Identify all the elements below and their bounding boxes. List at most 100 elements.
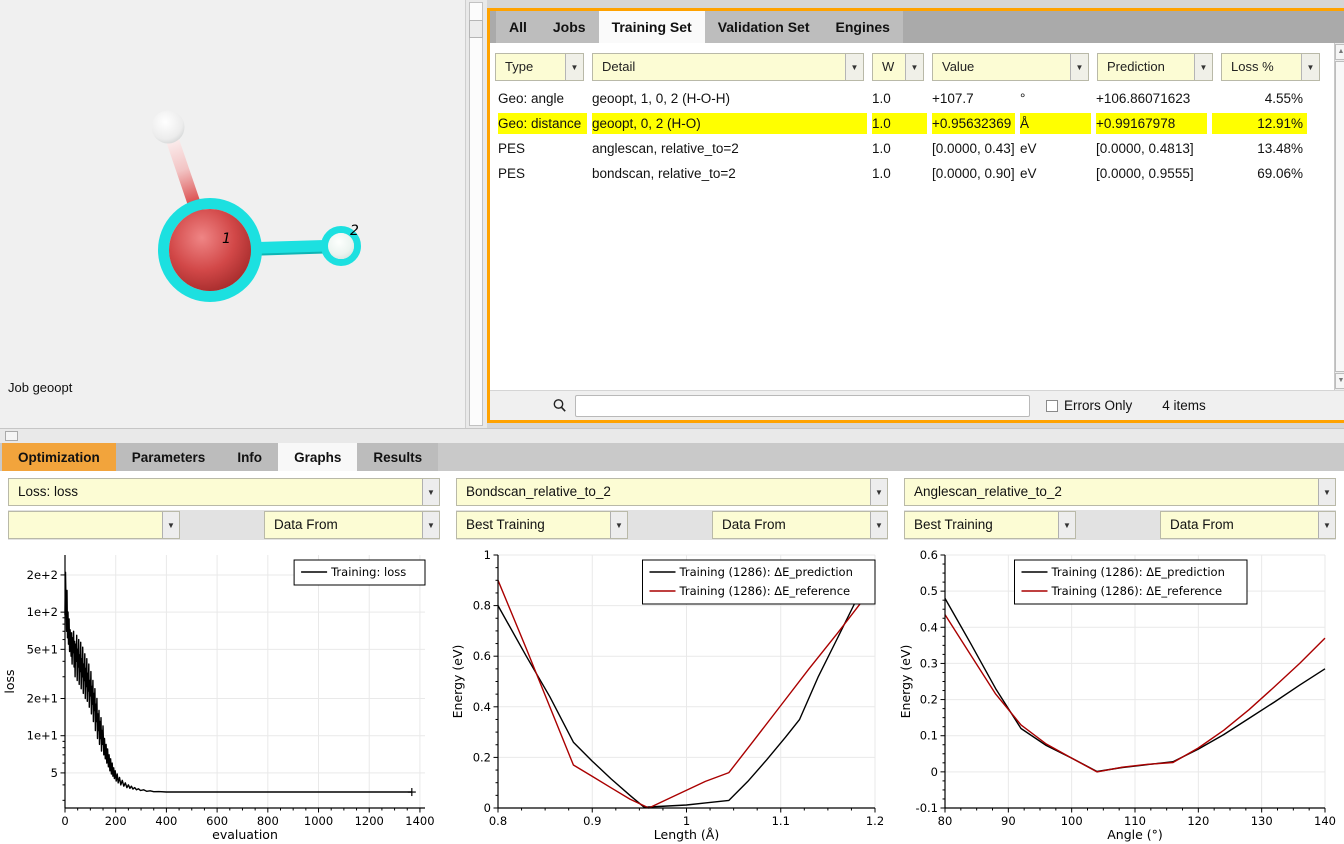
atom-label-2: 2 [350, 223, 359, 239]
column-header-prediction[interactable]: Prediction ▼ [1097, 53, 1213, 81]
tab-graphs[interactable]: Graphs [278, 443, 357, 471]
svg-text:600: 600 [206, 814, 228, 828]
item-count: 4 items [1162, 398, 1206, 413]
tab-jobs[interactable]: Jobs [540, 11, 599, 43]
graph-select-loss[interactable]: Loss: loss ▼ [8, 478, 440, 506]
chevron-down-icon[interactable]: ▼ [870, 512, 887, 538]
svg-text:0.8: 0.8 [473, 599, 491, 613]
table-row[interactable]: PES anglescan, relative_to=2 1.0 [0.0000… [490, 136, 1344, 161]
svg-text:1200: 1200 [355, 814, 384, 828]
training-table: Type ▼ Detail ▼ W ▼ Value ▼ [490, 43, 1344, 390]
table-scrollbar-thumb[interactable] [1335, 61, 1344, 372]
svg-text:Energy (eV): Energy (eV) [450, 645, 465, 719]
table-body: Geo: angle geoopt, 1, 0, 2 (H-O-H) 1.0 +… [490, 86, 1344, 186]
svg-text:5: 5 [51, 766, 58, 780]
chevron-down-icon[interactable]: ▼ [162, 512, 179, 538]
svg-text:0.6: 0.6 [920, 548, 938, 562]
chevron-down-icon[interactable]: ▼ [422, 512, 439, 538]
chevron-down-icon[interactable]: ▼ [1194, 54, 1212, 80]
chevron-down-icon[interactable]: ▼ [1318, 479, 1335, 505]
svg-text:0.1: 0.1 [920, 729, 938, 743]
table-row[interactable]: PES bondscan, relative_to=2 1.0 [0.0000,… [490, 161, 1344, 186]
job-label: Job geoopt [8, 380, 72, 395]
svg-text:120: 120 [1187, 814, 1209, 828]
graph-selectors: Loss: loss ▼ ▼ Data From ▼ Bondscan_rela… [0, 471, 1344, 545]
chevron-down-icon[interactable]: ▼ [1058, 512, 1075, 538]
column-header-w[interactable]: W ▼ [872, 53, 924, 81]
chevron-down-icon[interactable]: ▼ [610, 512, 627, 538]
chevron-down-icon[interactable]: ▼ [1318, 512, 1335, 538]
svg-text:1e+1: 1e+1 [27, 729, 58, 743]
data-from-select-anglescan[interactable]: Data From ▼ [1160, 511, 1336, 539]
chevron-down-icon[interactable]: ▼ [870, 479, 887, 505]
atom-label-1: 1 [222, 231, 231, 247]
svg-text:140: 140 [1314, 814, 1336, 828]
scroll-down-icon[interactable]: ▼ [1335, 373, 1344, 389]
svg-text:1400: 1400 [405, 814, 434, 828]
svg-text:0.2: 0.2 [920, 693, 938, 707]
data-from-select-bondscan[interactable]: Data From ▼ [712, 511, 888, 539]
tab-optimization[interactable]: Optimization [2, 443, 116, 471]
tab-engines[interactable]: Engines [823, 11, 903, 43]
chevron-down-icon[interactable]: ▼ [565, 54, 583, 80]
atom-h1[interactable] [152, 111, 185, 144]
tab-all[interactable]: All [496, 11, 540, 43]
table-row-selected[interactable]: Geo: distance geoopt, 0, 2 (H-O) 1.0 +0.… [490, 111, 1344, 136]
chevron-down-icon[interactable]: ▼ [422, 479, 439, 505]
graph-select-bondscan[interactable]: Bondscan_relative_to_2 ▼ [456, 478, 888, 506]
svg-text:1: 1 [484, 548, 491, 562]
svg-text:1e+2: 1e+2 [27, 605, 58, 619]
source-select-anglescan[interactable]: Best Training ▼ [904, 511, 1076, 539]
vertical-scrollbar-track[interactable] [469, 2, 483, 426]
tab-parameters[interactable]: Parameters [116, 443, 222, 471]
svg-text:0.8: 0.8 [489, 814, 507, 828]
column-header-value[interactable]: Value ▼ [932, 53, 1089, 81]
chevron-down-icon[interactable]: ▼ [1070, 54, 1088, 80]
vertical-splitter[interactable] [465, 0, 487, 428]
svg-text:Training (1286): ΔE_prediction: Training (1286): ΔE_prediction [679, 565, 853, 579]
molecule-3d-view[interactable]: 1 2 [0, 0, 465, 428]
svg-text:Training (1286): ΔE_reference: Training (1286): ΔE_reference [1051, 584, 1223, 598]
tab-validation-set[interactable]: Validation Set [705, 11, 823, 43]
vertical-scrollbar-thumb[interactable] [469, 20, 483, 38]
svg-text:Training (1286): ΔE_prediction: Training (1286): ΔE_prediction [1051, 565, 1225, 579]
loss-chart-panel: 02004006008001000120014002e+21e+25e+12e+… [0, 545, 448, 844]
chevron-down-icon[interactable]: ▼ [1301, 54, 1319, 80]
column-header-loss[interactable]: Loss % ▼ [1221, 53, 1320, 81]
search-input[interactable] [575, 395, 1030, 417]
data-from-select-loss[interactable]: Data From ▼ [264, 511, 440, 539]
chevron-down-icon[interactable]: ▼ [845, 54, 863, 80]
anglescan-chart-panel: 8090100110120130140-0.100.10.20.30.40.50… [896, 545, 1344, 844]
bondscan-chart: 0.80.911.11.200.20.40.60.81Length (Å)Ene… [448, 545, 896, 844]
table-header-row: Type ▼ Detail ▼ W ▼ Value ▼ [490, 43, 1344, 81]
atom-o[interactable] [169, 209, 251, 291]
svg-text:Energy (eV): Energy (eV) [898, 645, 913, 719]
column-header-detail[interactable]: Detail ▼ [592, 53, 864, 81]
svg-text:400: 400 [155, 814, 177, 828]
svg-text:2e+1: 2e+1 [27, 692, 58, 706]
splitter-handle[interactable] [5, 431, 18, 441]
svg-text:Angle (°): Angle (°) [1107, 827, 1163, 842]
tab-training-set[interactable]: Training Set [599, 11, 705, 43]
svg-text:Training: loss: Training: loss [330, 565, 406, 579]
horizontal-splitter[interactable] [0, 428, 1344, 443]
svg-text:0.2: 0.2 [473, 750, 491, 764]
svg-text:evaluation: evaluation [212, 827, 278, 842]
graph-select-anglescan[interactable]: Anglescan_relative_to_2 ▼ [904, 478, 1336, 506]
table-row[interactable]: Geo: angle geoopt, 1, 0, 2 (H-O-H) 1.0 +… [490, 86, 1344, 111]
table-scrollbar[interactable]: ▲ ▼ [1334, 43, 1344, 390]
chevron-down-icon[interactable]: ▼ [905, 54, 923, 80]
top-section: 1 2 Job geoopt All Jobs Training Set Val… [0, 0, 1344, 428]
source-select-bondscan[interactable]: Best Training ▼ [456, 511, 628, 539]
bondscan-chart-panel: 0.80.911.11.200.20.40.60.81Length (Å)Ene… [448, 545, 896, 844]
svg-text:110: 110 [1124, 814, 1146, 828]
scroll-up-icon[interactable]: ▲ [1335, 44, 1344, 60]
tab-info[interactable]: Info [221, 443, 278, 471]
source-select-loss[interactable]: ▼ [8, 511, 180, 539]
tab-results[interactable]: Results [357, 443, 438, 471]
column-header-type[interactable]: Type ▼ [495, 53, 584, 81]
svg-text:130: 130 [1251, 814, 1273, 828]
app-window: 1 2 Job geoopt All Jobs Training Set Val… [0, 0, 1344, 844]
errors-only-checkbox[interactable] [1046, 400, 1058, 412]
molecule-viewer[interactable]: 1 2 Job geoopt [0, 0, 465, 428]
